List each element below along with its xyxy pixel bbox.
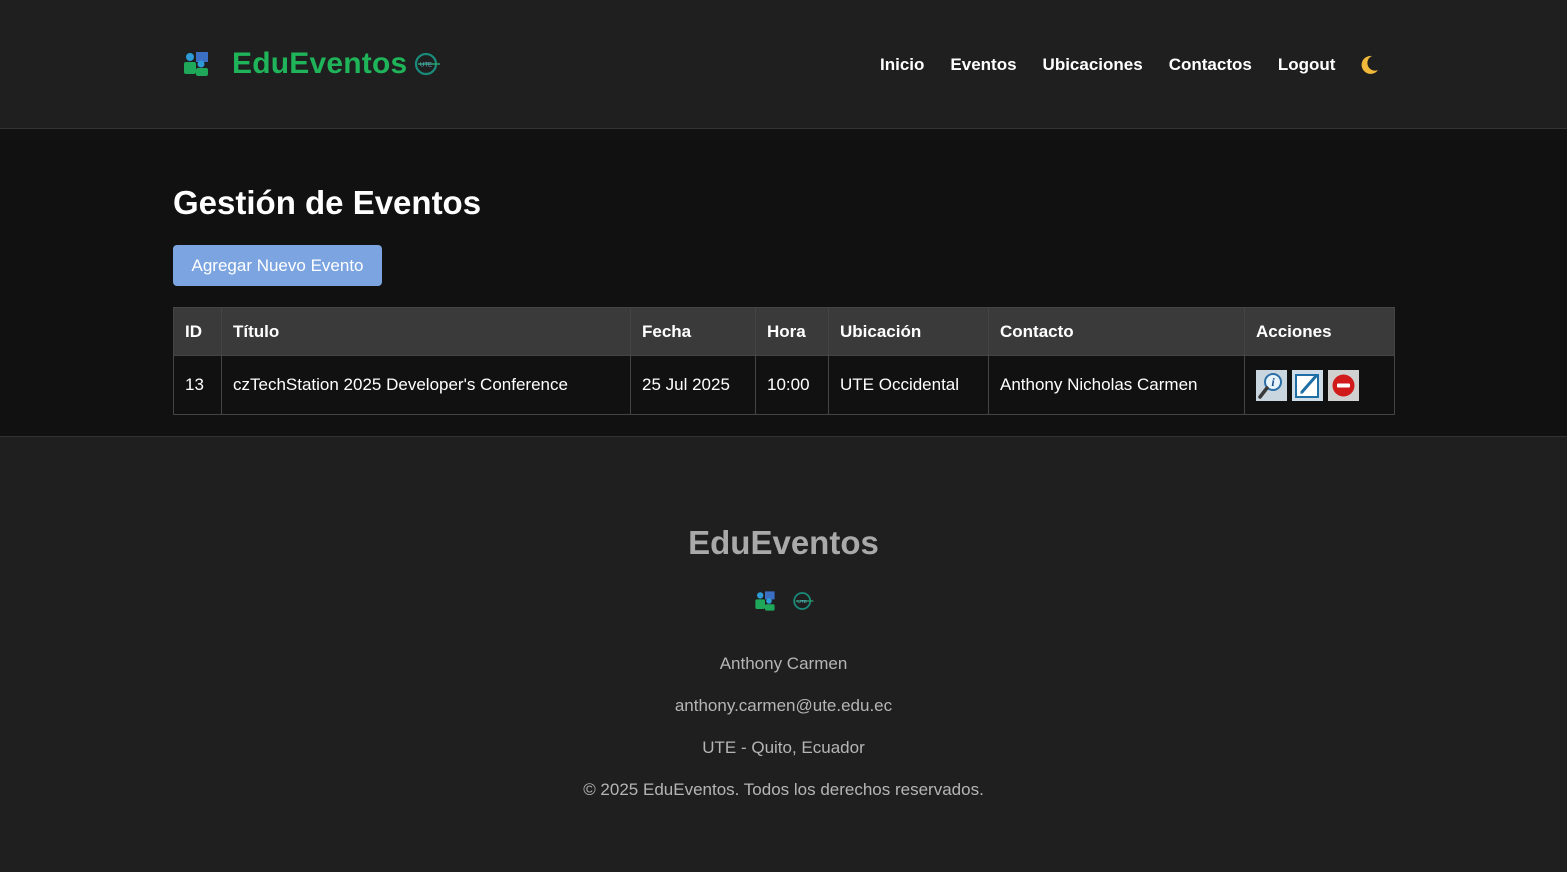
cell-hora: 10:00 <box>755 355 829 415</box>
events-table: ID Título Fecha Hora Ubicación Contacto … <box>173 307 1395 415</box>
page-title: Gestión de Eventos <box>173 184 482 221</box>
header-titulo: Título <box>221 307 631 356</box>
footer-logos: UTE <box>0 589 1567 613</box>
people-board-icon <box>754 591 775 611</box>
brand[interactable]: EduEventos UTE <box>181 46 442 82</box>
table-header-row: ID Título Fecha Hora Ubicación Contacto … <box>173 307 1395 356</box>
header-ubicacion: Ubicación <box>828 307 989 356</box>
add-event-button[interactable]: Agregar Nuevo Evento <box>173 245 382 286</box>
footer-title: EduEventos <box>688 524 879 561</box>
cell-id: 13 <box>173 355 222 415</box>
people-board-icon <box>184 52 208 76</box>
header-hora: Hora <box>755 307 829 356</box>
ute-globe-icon: UTE <box>792 592 813 610</box>
edit-icon[interactable] <box>1292 369 1323 401</box>
header-acciones: Acciones <box>1244 307 1395 356</box>
main-nav: Inicio Eventos Ubicaciones Contactos Log… <box>880 53 1335 77</box>
moon-icon[interactable] <box>1357 53 1381 77</box>
cell-ubicacion: UTE Occidental <box>828 355 989 415</box>
brand-name: EduEventos <box>232 47 408 80</box>
footer-location: UTE - Quito, Ecuador <box>702 738 865 757</box>
nav-contactos[interactable]: Contactos <box>1169 53 1252 77</box>
nav-ubicaciones[interactable]: Ubicaciones <box>1043 53 1143 77</box>
delete-icon[interactable] <box>1328 369 1359 401</box>
nav-logout[interactable]: Logout <box>1278 53 1336 77</box>
svg-text:UTE: UTE <box>797 599 807 605</box>
ute-globe-icon: UTE <box>415 52 441 76</box>
cell-contacto: Anthony Nicholas Carmen <box>988 355 1245 415</box>
nav-eventos[interactable]: Eventos <box>950 53 1016 77</box>
cell-fecha: 25 Jul 2025 <box>630 355 756 415</box>
header-contacto: Contacto <box>988 307 1245 356</box>
row-actions: i <box>1256 369 1383 401</box>
site-footer: EduEventos UTE Anthony Carmen anthony.ca… <box>0 437 1567 872</box>
main-content: Gestión de Eventos Agregar Nuevo Evento … <box>0 129 1567 437</box>
info-magnifier-icon[interactable]: i <box>1256 369 1287 401</box>
header-fecha: Fecha <box>630 307 756 356</box>
site-header: EduEventos UTE Inicio Eventos Ubicacione… <box>0 0 1567 129</box>
footer-email[interactable]: anthony.carmen@ute.edu.ec <box>0 695 1567 717</box>
header-id: ID <box>173 307 222 356</box>
footer-author: Anthony Carmen <box>719 654 848 673</box>
cell-acciones: i <box>1244 355 1395 415</box>
nav-inicio[interactable]: Inicio <box>880 53 924 77</box>
cell-titulo: czTechStation 2025 Developer's Conferenc… <box>221 355 631 415</box>
footer-copyright: © 2025 EduEventos. Todos los derechos re… <box>583 780 984 799</box>
table-row: 13 czTechStation 2025 Developer's Confer… <box>173 355 1395 415</box>
svg-text:UTE: UTE <box>420 63 432 69</box>
